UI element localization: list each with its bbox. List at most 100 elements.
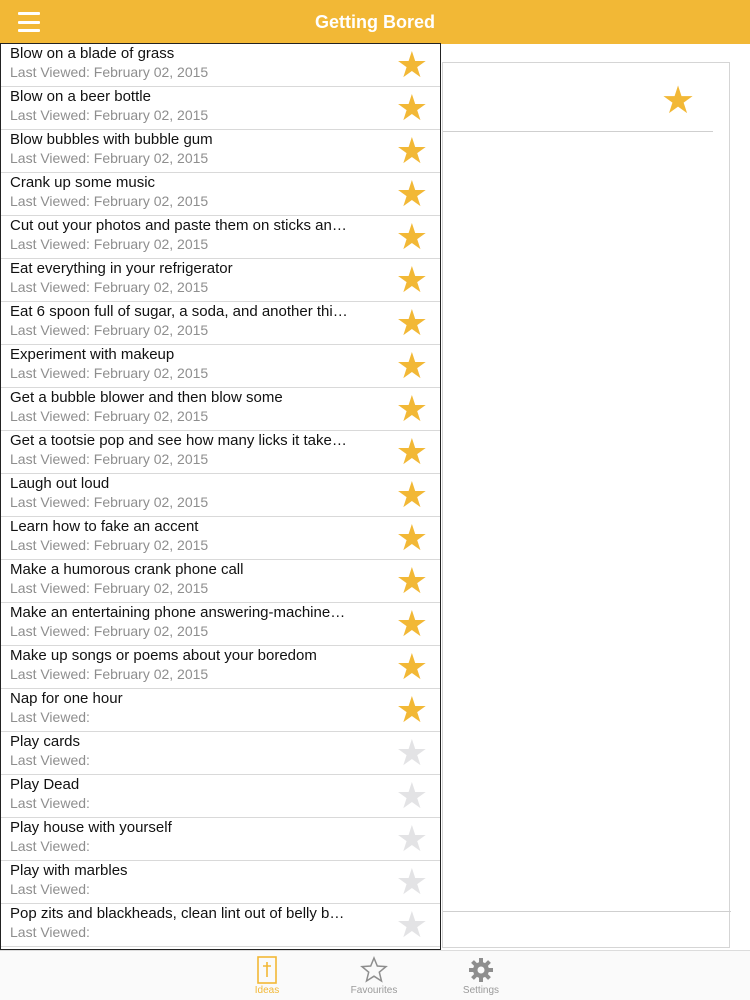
- list-item-title: Get a tootsie pop and see how many licks…: [10, 432, 347, 449]
- favourite-star-filled-icon[interactable]: ★: [396, 175, 428, 213]
- list-item[interactable]: Learn how to fake an accent Last Viewed: …: [1, 517, 440, 560]
- list-item[interactable]: Eat 6 spoon full of sugar, a soda, and a…: [1, 302, 440, 345]
- list-item-title: Play with marbles: [10, 862, 128, 879]
- tab-label-settings: Settings: [462, 985, 500, 996]
- star-outline-icon: [360, 956, 388, 983]
- list-item-last-viewed: Last Viewed:: [10, 838, 90, 854]
- list-item-title: Get a bubble blower and then blow some: [10, 389, 283, 406]
- list-item-last-viewed: Last Viewed: February 02, 2015: [10, 236, 209, 252]
- list-item[interactable]: Play with marbles Last Viewed: ★: [1, 861, 440, 904]
- list-item-title: Blow on a beer bottle: [10, 88, 151, 105]
- favourite-star-filled-icon[interactable]: ★: [396, 648, 428, 686]
- favourite-star-filled-icon[interactable]: ★: [396, 433, 428, 471]
- list-item-title: Experiment with makeup: [10, 346, 175, 363]
- list-item[interactable]: Get a tootsie pop and see how many licks…: [1, 431, 440, 474]
- favourite-star-filled-icon[interactable]: ★: [396, 691, 428, 729]
- favourite-star-filled-icon[interactable]: ★: [396, 261, 428, 299]
- list-item-title: Learn how to fake an accent: [10, 518, 199, 535]
- list-item[interactable]: Cut out your photos and paste them on st…: [1, 216, 440, 259]
- list-item[interactable]: Blow bubbles with bubble gum Last Viewed:…: [1, 130, 440, 173]
- list-item-title: Play house with yourself: [10, 819, 172, 836]
- list-item[interactable]: Play Dead Last Viewed: ★: [1, 775, 440, 818]
- list-item-last-viewed: Last Viewed:: [10, 795, 90, 811]
- list-item-last-viewed: Last Viewed: February 02, 2015: [10, 451, 209, 467]
- favourite-star-filled-icon[interactable]: ★: [396, 562, 428, 600]
- tab-favourites[interactable]: Favourites: [334, 955, 414, 999]
- list-item-last-viewed: Last Viewed: February 02, 2015: [10, 150, 209, 166]
- favourite-star-empty-icon[interactable]: ★: [396, 906, 428, 944]
- list-item-title: Make an entertaining phone answering-mac…: [10, 604, 346, 621]
- tab-settings[interactable]: Settings: [441, 955, 521, 999]
- favourite-star-empty-icon[interactable]: ★: [396, 734, 428, 772]
- list-item-last-viewed: Last Viewed: February 02, 2015: [10, 322, 209, 338]
- list-item-last-viewed: Last Viewed:: [10, 752, 90, 768]
- detail-bottom-divider: [443, 911, 731, 912]
- list-item-title: Blow bubbles with bubble gum: [10, 131, 213, 148]
- favourite-star-filled-icon[interactable]: ★: [396, 218, 428, 256]
- list-item-title: Make a humorous crank phone call: [10, 561, 244, 578]
- list-item-title: Eat everything in your refrigerator: [10, 260, 233, 277]
- list-item-last-viewed: Last Viewed:: [10, 709, 90, 725]
- list-item[interactable]: Blow on a beer bottle Last Viewed: Februa…: [1, 87, 440, 130]
- list-item-last-viewed: Last Viewed:: [10, 924, 90, 940]
- tab-label-favourites: Favourites: [350, 985, 398, 996]
- list-item-last-viewed: Last Viewed: February 02, 2015: [10, 279, 209, 295]
- list-item[interactable]: Play cards Last Viewed: ★: [1, 732, 440, 775]
- list-item-last-viewed: Last Viewed: February 02, 2015: [10, 193, 209, 209]
- list-item[interactable]: Experiment with makeup Last Viewed: Febru…: [1, 345, 440, 388]
- ideas-list-popover[interactable]: Blow on a blade of grass Last Viewed: Feb…: [0, 43, 441, 950]
- favourite-star-filled-icon[interactable]: ★: [396, 605, 428, 643]
- list-item-title: Laugh out loud: [10, 475, 110, 492]
- favourite-star-empty-icon[interactable]: ★: [396, 820, 428, 858]
- list-item-title: Nap for one hour: [10, 690, 123, 707]
- list-item[interactable]: Nap for one hour Last Viewed: ★: [1, 689, 440, 732]
- list-item[interactable]: Make a humorous crank phone call Last Vie…: [1, 560, 440, 603]
- favourite-star-filled-icon[interactable]: ★: [396, 132, 428, 170]
- favourite-star-filled-icon[interactable]: ★: [396, 347, 428, 385]
- list-item[interactable]: Get a bubble blower and then blow some La…: [1, 388, 440, 431]
- page-title: Getting Bored: [315, 12, 435, 32]
- list-item[interactable]: Play house with yourself Last Viewed: ★: [1, 818, 440, 861]
- list-item-last-viewed: Last Viewed: February 02, 2015: [10, 580, 209, 596]
- list-item-last-viewed: Last Viewed: February 02, 2015: [10, 494, 209, 510]
- navigation-bar: Getting Bored: [0, 0, 750, 44]
- detail-card: ★: [442, 62, 731, 948]
- list-item-last-viewed: Last Viewed: February 02, 2015: [10, 623, 209, 639]
- list-item-last-viewed: Last Viewed:: [10, 881, 90, 897]
- list-item-last-viewed: Last Viewed: February 02, 2015: [10, 408, 209, 424]
- list-item[interactable]: Eat everything in your refrigerator Last …: [1, 259, 440, 302]
- list-item[interactable]: Pop zits and blackheads, clean lint out …: [1, 904, 440, 947]
- detail-divider: [443, 131, 713, 132]
- favourite-star-filled-icon[interactable]: ★: [396, 304, 428, 342]
- favourite-star-filled-icon[interactable]: ★: [396, 476, 428, 514]
- ideas-icon: [257, 956, 277, 984]
- tab-label-ideas: Ideas: [254, 985, 280, 996]
- list-item-last-viewed: Last Viewed: February 02, 2015: [10, 365, 209, 381]
- list-item-title: Play Dead: [10, 776, 80, 793]
- list-item[interactable]: Crank up some music Last Viewed: February…: [1, 173, 440, 216]
- favourite-star-empty-icon[interactable]: ★: [396, 863, 428, 901]
- list-item[interactable]: Make an entertaining phone answering-mac…: [1, 603, 440, 646]
- list-item[interactable]: Laugh out loud Last Viewed: February 02, …: [1, 474, 440, 517]
- list-item-last-viewed: Last Viewed: February 02, 2015: [10, 64, 209, 80]
- list-item-last-viewed: Last Viewed: February 02, 2015: [10, 537, 209, 553]
- list-item-title: Eat 6 spoon full of sugar, a soda, and a…: [10, 303, 348, 320]
- list-item-title: Crank up some music: [10, 174, 156, 191]
- favourite-star-filled-icon[interactable]: ★: [396, 46, 428, 84]
- list-item-title: Blow on a blade of grass: [10, 45, 175, 62]
- favourite-star-filled-icon[interactable]: ★: [396, 390, 428, 428]
- gear-icon: [469, 958, 493, 982]
- list-item-last-viewed: Last Viewed: February 02, 2015: [10, 107, 209, 123]
- favourite-star-filled-icon[interactable]: ★: [396, 519, 428, 557]
- list-item-title: Play cards: [10, 733, 81, 750]
- list-item[interactable]: Make up songs or poems about your boredo…: [1, 646, 440, 689]
- tab-ideas[interactable]: Ideas: [227, 955, 307, 999]
- favourite-star-empty-icon[interactable]: ★: [396, 777, 428, 815]
- detail-favourite-star-icon[interactable]: ★: [661, 81, 695, 121]
- favourite-star-filled-icon[interactable]: ★: [396, 89, 428, 127]
- list-item-last-viewed: Last Viewed: February 02, 2015: [10, 666, 209, 682]
- list-item-title: Pop zits and blackheads, clean lint out …: [10, 905, 345, 922]
- list-item-title: Cut out your photos and paste them on st…: [10, 217, 347, 234]
- tab-bar: Ideas Favourites Settings: [0, 950, 750, 1000]
- list-item[interactable]: Blow on a blade of grass Last Viewed: Feb…: [1, 44, 440, 87]
